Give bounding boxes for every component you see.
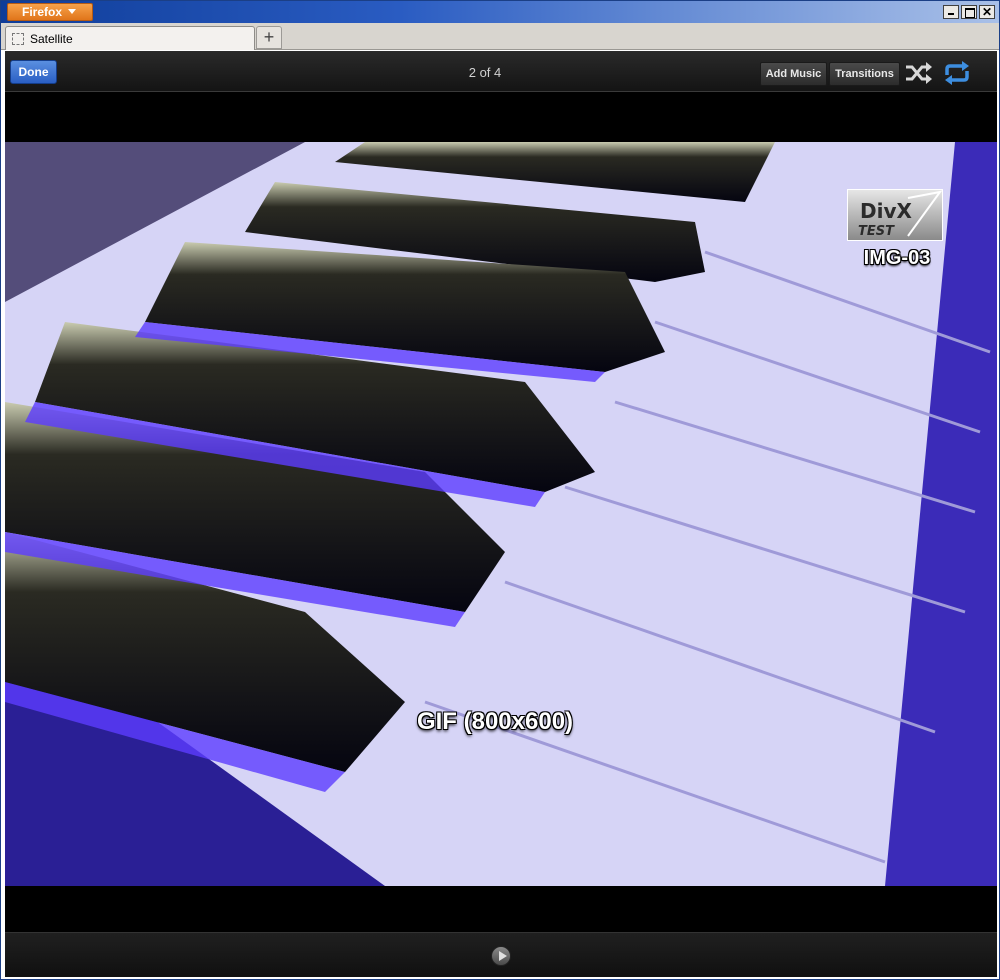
- shuffle-icon[interactable]: [903, 59, 933, 87]
- divx-logo: DivX TEST: [847, 189, 943, 241]
- svg-text:TEST: TEST: [858, 224, 895, 239]
- tab-label: Satellite: [30, 32, 73, 46]
- slideshow-photo: DivX TEST IMG-03 GIF (800x600): [5, 142, 997, 886]
- slideshow-viewer: Done 2 of 4 Add Music Transitions DivX T…: [5, 51, 997, 977]
- tab-strip: Satellite +: [1, 23, 999, 50]
- viewer-toolbar: Done 2 of 4 Add Music Transitions: [5, 51, 997, 92]
- page-icon: [12, 33, 24, 45]
- new-tab-button[interactable]: +: [256, 26, 282, 49]
- repeat-icon[interactable]: [942, 59, 972, 87]
- firefox-menu-button[interactable]: Firefox: [7, 3, 93, 21]
- firefox-menu-label: Firefox: [22, 5, 63, 19]
- chevron-down-icon: [68, 9, 77, 14]
- tab-satellite[interactable]: Satellite: [5, 26, 255, 50]
- done-button[interactable]: Done: [10, 60, 57, 84]
- browser-window: Firefox ✕ Satellite + Done 2 of 4 Add Mu…: [0, 0, 1000, 980]
- close-icon[interactable]: ✕: [979, 5, 995, 19]
- playback-bar: [5, 932, 997, 977]
- play-icon[interactable]: [491, 946, 511, 966]
- maximize-icon[interactable]: [961, 5, 977, 19]
- svg-text:DivX: DivX: [860, 199, 912, 223]
- divx-logo-graphic: DivX TEST: [858, 190, 943, 239]
- image-id-label: IMG-03: [863, 247, 931, 269]
- minimize-icon[interactable]: [943, 5, 959, 19]
- image-caption: GIF (800x600): [416, 708, 574, 735]
- window-controls: ✕: [943, 5, 995, 19]
- slide-counter: 2 of 4: [468, 65, 502, 80]
- title-bar: Firefox ✕: [1, 1, 999, 23]
- add-music-button[interactable]: Add Music: [760, 62, 827, 86]
- transitions-button[interactable]: Transitions: [829, 62, 900, 86]
